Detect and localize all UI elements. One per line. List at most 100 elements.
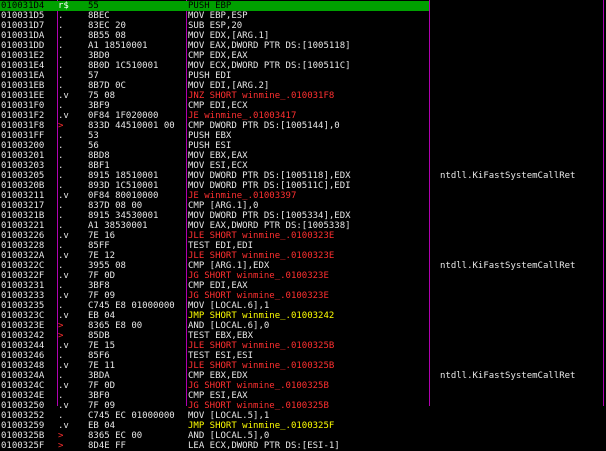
instruction-row[interactable]: 01003248 .v 7E 11 JLE SHORT winmine_.010032…	[0, 361, 606, 371]
instruction-row[interactable]: 0100324E. 3BF0 CMP ESI,EAX	[0, 391, 606, 401]
disassembly-cell: CMP ESI,EAX	[188, 391, 248, 401]
flow-marker-cell: .	[58, 101, 64, 111]
instruction-row[interactable]: 010031DA. 8B55 08 MOV EDX,[ARG.1]	[0, 31, 606, 41]
instruction-row[interactable]: 01003205. 8915 18510001 MOV DWORD PTR DS:[…	[0, 171, 606, 181]
instruction-row[interactable]: 010031D5. 8BEC MOV EBP,ESP	[0, 11, 606, 21]
instruction-row[interactable]: 010031FF. 53 PUSH EBX	[0, 131, 606, 141]
address-cell: 010031F2	[1, 111, 45, 121]
flow-marker-cell: .	[58, 41, 64, 51]
hex-dump-cell: 8BD8	[88, 151, 110, 161]
instruction-row[interactable]: 01003221. A1 38530001 MOV EAX,DWORD PTR DS…	[0, 221, 606, 231]
instruction-row[interactable]: 010031E4. 8B0D 1C510001 MOV ECX,DWORD PTR …	[0, 61, 606, 71]
flow-marker-cell: .v	[58, 111, 69, 121]
instruction-row[interactable]: 01003242 >85DB TEST EBX,EBX	[0, 331, 606, 341]
instruction-row[interactable]: 01003244 .v 7E 15 JLE SHORT winmine_.010032…	[0, 341, 606, 351]
instruction-row[interactable]: 01003252. C745 EC 01000000 MOV [LOCAL.5],1	[0, 411, 606, 421]
instruction-row[interactable]: 01003200. 56 PUSH ESI	[0, 141, 606, 151]
hex-dump-cell: EB 04	[88, 311, 116, 321]
flow-marker-cell: .	[58, 211, 64, 221]
address-cell: 010031EA	[1, 71, 45, 81]
instruction-row[interactable]: 010031E2. 3BD0 CMP EDX,EAX	[0, 51, 606, 61]
instruction-row[interactable]: 010031F0. 3BF9 CMP EDI,ECX	[0, 101, 606, 111]
hex-dump-cell: 7E 15	[88, 341, 116, 351]
address-cell: 010031EB	[1, 81, 45, 91]
instruction-row[interactable]: 01003226 .v 7E 16 JLE SHORT winmine_.010032…	[0, 231, 606, 241]
flow-marker-cell: .v	[58, 311, 69, 321]
instruction-row[interactable]: 0100321B. 8915 34530001 MOV DWORD PTR DS:[…	[0, 211, 606, 221]
disassembly-cell: MOV EDI,[ARG.2]	[188, 81, 270, 91]
flow-marker-cell: .	[58, 11, 64, 21]
instruction-row[interactable]: 010031D7. 83EC 20 SUB ESP,20	[0, 21, 606, 31]
address-cell: 01003203	[1, 161, 45, 171]
address-cell: 010031D4	[1, 1, 45, 11]
address-cell: 0100322A	[1, 251, 45, 261]
instruction-row[interactable]: 01003250 .v 7F 09 JG SHORT winmine_.0100325…	[0, 401, 606, 411]
instruction-row[interactable]: 010031F8 >833D 44510001 00 CMP DWORD PTR D…	[0, 121, 606, 131]
instruction-row[interactable]: 010031EB. 8B7D 0C MOV EDI,[ARG.2]	[0, 81, 606, 91]
instruction-row[interactable]: 0100323E >8365 E8 00 AND [LOCAL.6],0	[0, 321, 606, 331]
instruction-row[interactable]: 01003201. 8BD8 MOV EBX,EAX	[0, 151, 606, 161]
disassembly-cell: JLE SHORT winmine_.0100323E	[188, 231, 335, 241]
instruction-row[interactable]: 0100323C .v EB 04 JMP SHORT winmine_.010032…	[0, 311, 606, 321]
flow-marker-cell: .v	[58, 91, 69, 101]
instruction-row[interactable]: 010031F2 .v 0F84 1F020000 JE winmine_.01003…	[0, 111, 606, 121]
instruction-row[interactable]: 01003203. 8BF1 MOV ESI,ECX	[0, 161, 606, 171]
address-cell: 010031F8	[1, 121, 45, 131]
disassembly-cell: AND [LOCAL.5],0	[188, 431, 270, 441]
address-cell: 0100320B	[1, 181, 45, 191]
disassembly-cell: MOV ECX,DWORD PTR DS:[100511C]	[188, 61, 351, 71]
selected-instruction-row[interactable]: 010031D4 r$ 55 PUSH EBP	[0, 1, 429, 11]
instruction-row[interactable]: 01003211 .v 0F84 80010000 JE winmine_.01003…	[0, 191, 606, 201]
flow-marker-cell: .	[58, 351, 64, 361]
disassembly-pane[interactable]: 010031D4 r$ 55 PUSH EBP 010031D5. 8BEC MOV EBP…	[0, 0, 606, 451]
address-cell: 0100325B	[1, 431, 45, 441]
instruction-row[interactable]: 0100325B >8365 EC 00 AND [LOCAL.5],0	[0, 431, 606, 441]
instruction-row[interactable]: 0100320B. 893D 1C510001 MOV DWORD PTR DS:[…	[0, 181, 606, 191]
address-cell: 01003233	[1, 291, 45, 301]
instruction-row[interactable]: 0100322C. 3955 08 CMP [ARG.1],EDX ntdll.KiF…	[0, 261, 606, 271]
disassembly-cell: JMP SHORT winmine_.01003242	[188, 311, 335, 321]
instruction-row[interactable]: 01003228. 85FF TEST EDI,EDI	[0, 241, 606, 251]
flow-marker-cell: .	[58, 61, 64, 71]
hex-dump-cell: 85DB	[88, 331, 110, 341]
instruction-row[interactable]: 010031EA. 57 PUSH EDI	[0, 71, 606, 81]
address-cell: 0100324C	[1, 381, 45, 391]
address-cell: 010031DA	[1, 31, 45, 41]
instruction-row[interactable]: 01003233 .v 7F 09 JG SHORT winmine_.0100323…	[0, 291, 606, 301]
hex-dump-cell: 8915 18510001	[88, 171, 159, 181]
address-cell: 0100321B	[1, 211, 45, 221]
instruction-row[interactable]: 01003235. C745 E8 01000000 MOV [LOCAL.6],1	[0, 301, 606, 311]
instruction-row[interactable]: 010031DD. A1 18510001 MOV EAX,DWORD PTR DS…	[0, 41, 606, 51]
flow-marker-cell: .v	[58, 251, 69, 261]
instruction-row[interactable]: 0100324A. 3BDA CMP EBX,EDX ntdll.KiFastSyst…	[0, 371, 606, 381]
hex-dump-cell: 55	[88, 1, 99, 11]
instruction-row[interactable]: 010031EE .v 75 08 JNZ SHORT winmine_.010031…	[0, 91, 606, 101]
address-cell: 01003217	[1, 201, 45, 211]
address-cell: 010031D5	[1, 11, 45, 21]
instruction-row[interactable]: 01003231. 3BF8 CMP EDI,EAX	[0, 281, 606, 291]
address-cell: 010031F0	[1, 101, 45, 111]
address-cell: 010031EE	[1, 91, 45, 101]
flow-marker-cell: .	[58, 301, 64, 311]
flow-marker-cell: >	[58, 431, 64, 441]
hex-dump-cell: 7E 12	[88, 251, 116, 261]
disassembly-cell: CMP EDI,EAX	[188, 281, 248, 291]
instruction-row[interactable]: 0100322A .v 7E 12 JLE SHORT winmine_.010032…	[0, 251, 606, 261]
flow-marker-cell: .v	[58, 361, 69, 371]
hex-dump-cell: C745 E8 01000000	[88, 301, 175, 311]
instruction-row[interactable]: 01003246. 85F6 TEST ESI,ESI	[0, 351, 606, 361]
hex-dump-cell: 3BF0	[88, 391, 110, 401]
address-cell: 0100323E	[1, 321, 45, 331]
address-cell: 01003231	[1, 281, 45, 291]
hex-dump-cell: 7F 0D	[88, 381, 116, 391]
instruction-row[interactable]: 0100322F .v 7F 0D JG SHORT winmine_.0100323…	[0, 271, 606, 281]
instruction-row[interactable]: 01003259 .v EB 04 JMP SHORT winmine_.010032…	[0, 421, 606, 431]
disassembly-cell: JLE SHORT winmine_.0100323E	[188, 251, 335, 261]
instruction-row[interactable]: 0100324C .v 7F 0D JG SHORT winmine_.0100325…	[0, 381, 606, 391]
instruction-row[interactable]: 01003217. 837D 08 00 CMP [ARG.1],0	[0, 201, 606, 211]
flow-marker-cell: .	[58, 21, 64, 31]
hex-dump-cell: 75 08	[88, 91, 116, 101]
instruction-row[interactable]: 0100325F >8D4E FF LEA ECX,DWORD PTR DS:[ES…	[0, 441, 606, 451]
disassembly-cell: CMP EDX,EAX	[188, 51, 248, 61]
address-cell: 01003252	[1, 411, 45, 421]
